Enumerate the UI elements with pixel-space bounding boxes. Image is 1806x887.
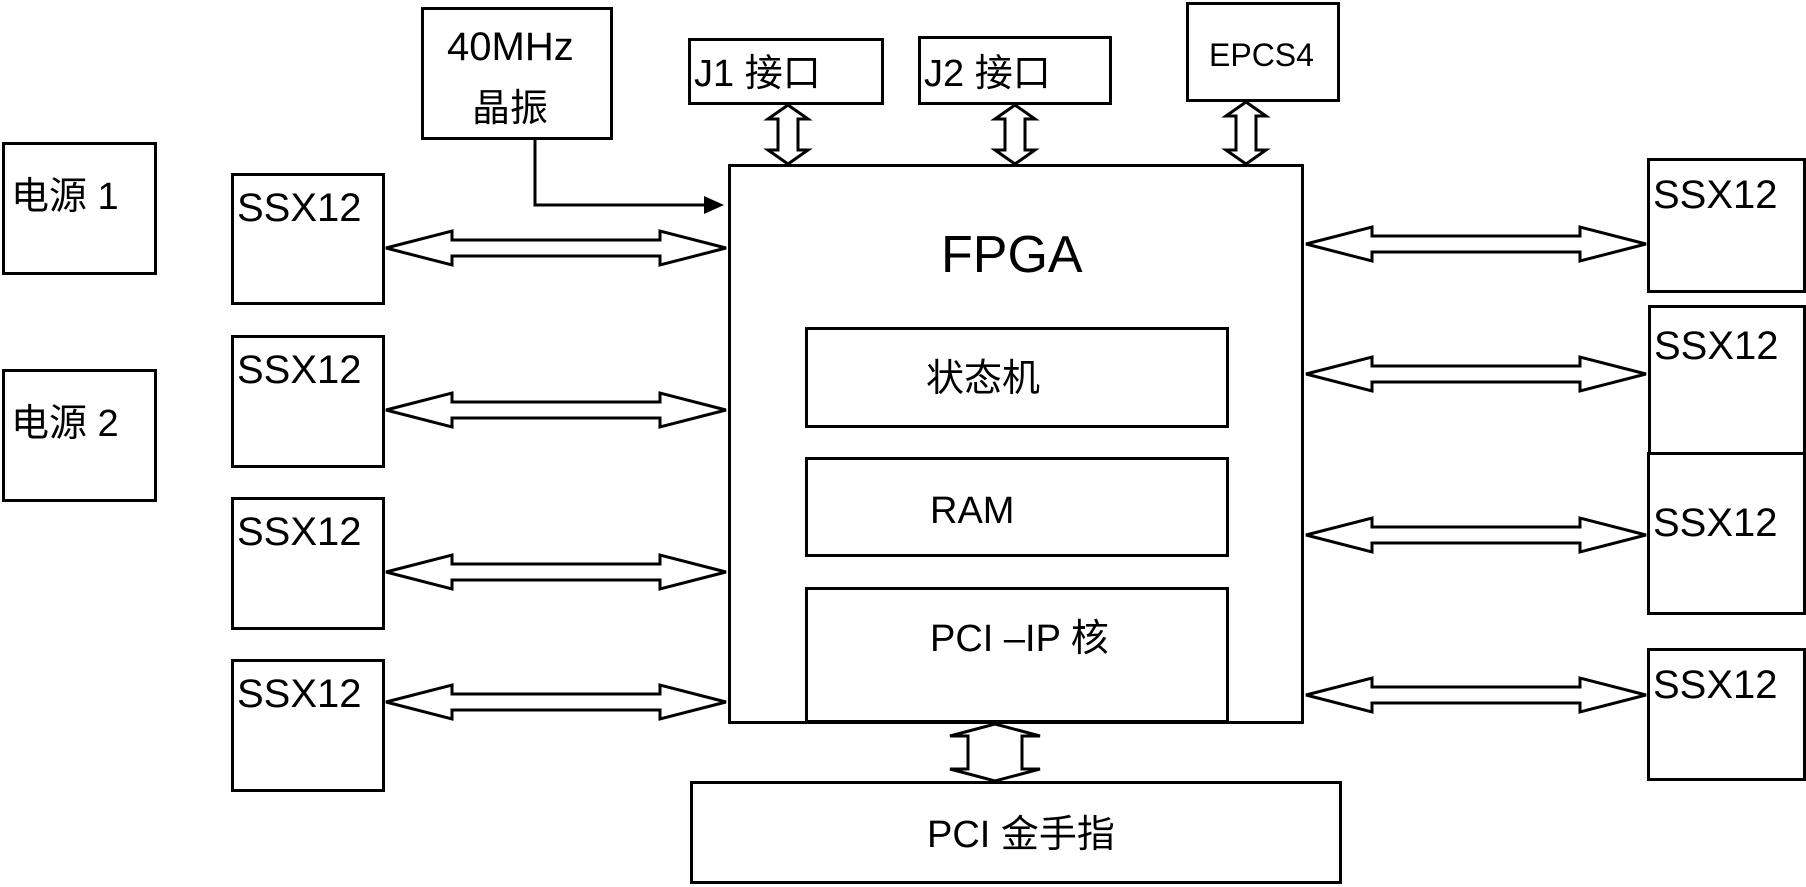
bus-arrow-right-1: [1305, 225, 1647, 263]
oscillator-freq: 40MHz: [447, 25, 574, 69]
bus-arrow-right-2: [1305, 355, 1647, 393]
ssx12-left-3: SSX12: [231, 497, 385, 630]
ssx12-label: SSX12: [237, 348, 362, 392]
oscillator-box: 40MHz 晶振: [421, 7, 613, 140]
ssx12-label: SSX12: [1653, 663, 1778, 707]
j1-interface-label: J1 接口: [694, 53, 821, 95]
oscillator-label: 晶振: [472, 88, 549, 130]
bus-arrow-left-1: [385, 229, 727, 267]
fpga-block-pci-ip-core: PCI –IP 核: [805, 587, 1229, 723]
pci-ip-core-label: PCI –IP 核: [930, 618, 1109, 660]
bus-arrow-right-4: [1305, 676, 1647, 714]
j2-interface-box: J2 接口: [918, 36, 1112, 105]
pci-gold-finger-box: PCI 金手指: [690, 781, 1342, 884]
ssx12-label: SSX12: [237, 672, 362, 716]
bus-arrow-j1: [763, 103, 813, 166]
ssx12-right-2: SSX12: [1648, 305, 1806, 455]
ram-label: RAM: [930, 490, 1015, 532]
bus-arrow-left-3: [385, 553, 727, 591]
bus-arrow-left-2: [385, 391, 727, 429]
epcs4-label: EPCS4: [1209, 37, 1314, 73]
epcs4-box: EPCS4: [1186, 2, 1340, 102]
ssx12-label: SSX12: [237, 510, 362, 554]
ssx12-left-2: SSX12: [231, 335, 385, 468]
ssx12-label: SSX12: [237, 186, 362, 230]
ssx12-right-3: SSX12: [1647, 452, 1806, 615]
j1-interface-box: J1 接口: [688, 38, 884, 105]
bus-arrow-left-4: [385, 683, 727, 721]
j2-interface-label: J2 接口: [924, 53, 1051, 95]
power-1-box: 电源 1: [2, 142, 157, 275]
bus-arrow-right-3: [1305, 516, 1647, 554]
bus-arrow-pci: [949, 722, 1041, 783]
bus-arrow-j2: [990, 103, 1040, 166]
ssx12-left-1: SSX12: [231, 173, 385, 305]
ssx12-label: SSX12: [1654, 324, 1779, 368]
power-1-label: 电源 1: [11, 176, 119, 218]
pci-gold-finger-label: PCI 金手指: [927, 814, 1115, 856]
state-machine-label: 状态机: [926, 358, 1041, 400]
power-2-label: 电源 2: [11, 403, 119, 445]
fpga-block-state-machine: 状态机: [805, 327, 1229, 428]
clock-arrowhead: [704, 196, 724, 214]
ssx12-label: SSX12: [1653, 173, 1778, 217]
ssx12-right-1: SSX12: [1647, 158, 1806, 293]
ssx12-label: SSX12: [1653, 501, 1778, 545]
clock-line: [533, 138, 712, 207]
fpga-block-ram: RAM: [805, 457, 1229, 557]
ssx12-right-4: SSX12: [1647, 648, 1806, 781]
fpga-title: FPGA: [941, 226, 1083, 284]
power-2-box: 电源 2: [2, 369, 157, 502]
bus-arrow-epcs4: [1221, 100, 1271, 166]
ssx12-left-4: SSX12: [231, 659, 385, 792]
